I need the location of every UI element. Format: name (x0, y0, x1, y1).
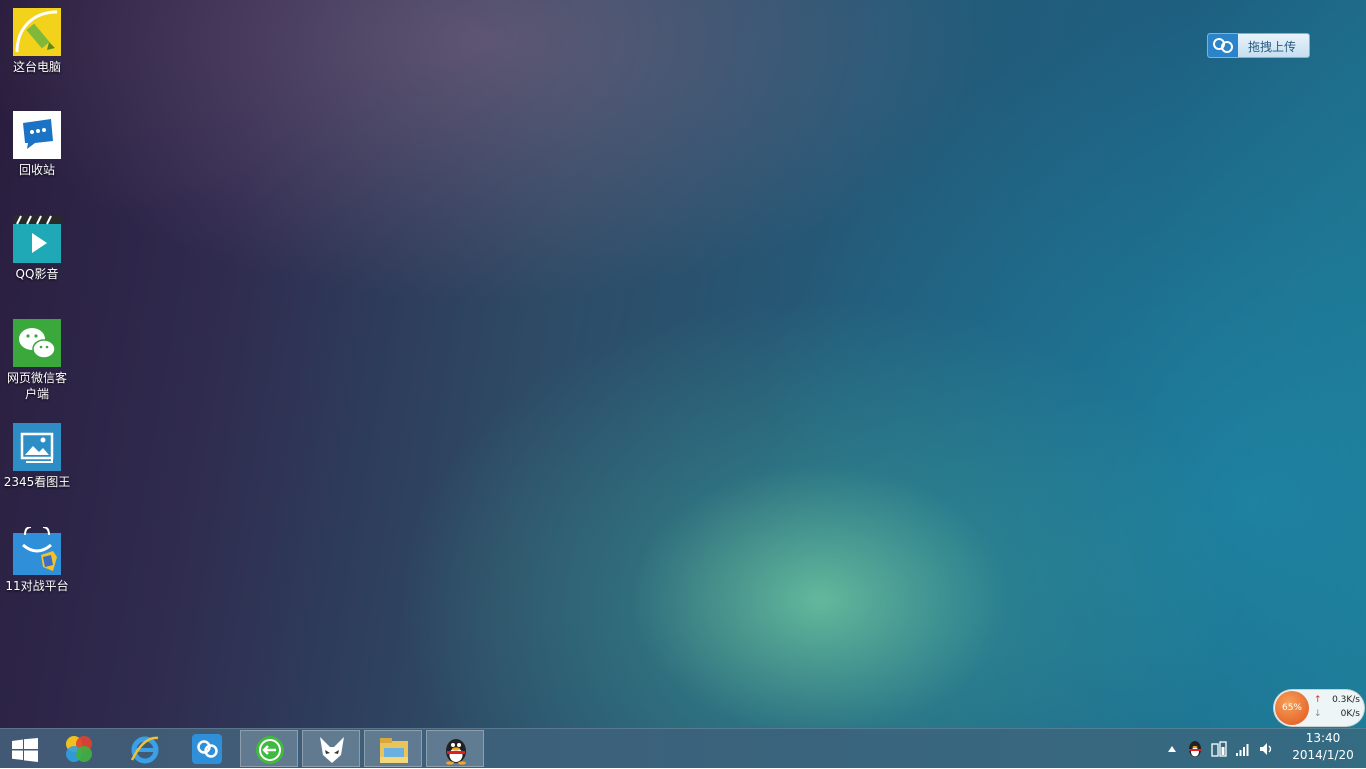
green-e-icon (256, 736, 284, 764)
battle-platform-icon (13, 526, 61, 575)
cloud-icon (192, 734, 222, 764)
drag-upload-label: 拖拽上传 (1248, 40, 1297, 54)
clock-time: 13:40 (1305, 731, 1341, 745)
taskbar-360-browser[interactable] (240, 730, 298, 767)
penguin-icon (446, 739, 466, 765)
taskbar-clock[interactable]: 13:40 2014/1/20 (1288, 730, 1358, 764)
desktop-icon-wechat[interactable]: 网页微信客户端 (2, 319, 72, 402)
windows-logo-icon (12, 738, 38, 762)
taskbar-qq[interactable] (426, 730, 484, 767)
recycle-bin-icon (13, 111, 61, 159)
network-signal-icon (1236, 744, 1249, 756)
image-viewer-icon (13, 423, 61, 471)
ball-icon (66, 736, 92, 762)
desktop-icon-this-pc[interactable]: 这台电脑 (2, 8, 72, 75)
upload-arrow-icon: ↑ (1314, 695, 1322, 705)
folder-icon (380, 738, 408, 763)
show-hidden-icons-button[interactable] (1162, 729, 1184, 769)
computer-icon (13, 8, 61, 56)
download-speed: ↓ 0K/s (1314, 709, 1360, 719)
volume-icon (1260, 743, 1272, 755)
desktop-icon-battle-platform[interactable]: 11对战平台 (2, 526, 72, 594)
start-button[interactable] (0, 730, 50, 767)
taskbar-internet-explorer[interactable] (116, 730, 174, 767)
taskbar-2345-browser[interactable] (50, 730, 108, 767)
desktop-background (0, 0, 1366, 728)
desktop-icon-qq-player[interactable]: QQ影音 (2, 215, 72, 282)
taskbar-fox-app[interactable] (302, 730, 360, 767)
tray-power[interactable] (1208, 729, 1230, 769)
drag-upload-button[interactable]: 拖拽上传 (1207, 33, 1310, 58)
tray-network[interactable] (1232, 729, 1254, 769)
cloud-upload-icon (1208, 34, 1238, 57)
qq-player-icon (13, 215, 61, 263)
wechat-icon (13, 319, 61, 367)
network-percent-ball[interactable]: 65% (1275, 691, 1309, 725)
fox-icon (320, 737, 344, 763)
taskbar-file-explorer[interactable] (364, 730, 422, 767)
tray-volume[interactable] (1256, 729, 1278, 769)
network-speed-widget[interactable]: 65% ↑ 0.3K/s ↓ 0K/s (1273, 689, 1365, 727)
power-icon (1211, 741, 1227, 757)
show-hidden-icon (1168, 746, 1176, 752)
taskbar-baidu-cloud[interactable] (178, 730, 236, 767)
upload-speed: ↑ 0.3K/s (1314, 695, 1360, 705)
tray-qq[interactable] (1184, 729, 1206, 769)
desktop-icon-recycle-bin[interactable]: 回收站 (2, 111, 72, 178)
download-arrow-icon: ↓ (1314, 709, 1322, 719)
qq-tray-icon (1189, 741, 1201, 757)
taskbar (0, 728, 1366, 768)
ie-icon (130, 736, 159, 764)
clock-date: 2014/1/20 (1292, 748, 1354, 762)
desktop-icon-image-viewer[interactable]: 2345看图王 (2, 423, 72, 490)
